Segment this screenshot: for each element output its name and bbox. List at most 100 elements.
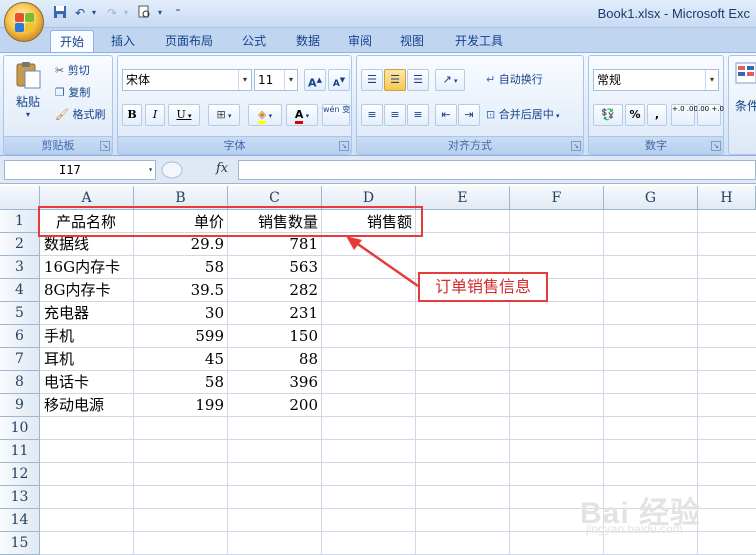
tab-formulas[interactable]: 公式 — [232, 30, 276, 52]
cell-b7[interactable]: 45 — [134, 348, 224, 371]
align-top-button[interactable]: ☰ — [361, 69, 383, 91]
tab-data[interactable]: 数据 — [286, 30, 330, 52]
column-header-e[interactable]: E — [416, 186, 510, 210]
cell-c7[interactable]: 88 — [228, 348, 318, 371]
font-launcher-icon[interactable]: ↘ — [339, 141, 349, 151]
tab-page-layout[interactable]: 页面布局 — [158, 30, 220, 52]
cell-c5[interactable]: 231 — [228, 302, 318, 325]
format-painter-button[interactable]: 🖌 格式刷 — [54, 104, 112, 126]
cell-b5[interactable]: 30 — [134, 302, 224, 325]
cell-a5[interactable]: 充电器 — [44, 302, 89, 325]
decrease-indent-button[interactable]: ⇤ — [435, 104, 457, 126]
tab-developer[interactable]: 开发工具 — [446, 30, 512, 52]
cell-c3[interactable]: 563 — [228, 256, 318, 279]
paste-button[interactable]: 粘贴 ▾ — [10, 60, 46, 120]
column-header-f[interactable]: F — [510, 186, 604, 210]
row-header-10[interactable]: 10 — [0, 417, 40, 440]
office-button[interactable] — [4, 2, 44, 42]
row-header-11[interactable]: 11 — [0, 440, 40, 463]
cell-a7[interactable]: 耳机 — [44, 348, 74, 371]
column-header-g[interactable]: G — [604, 186, 698, 210]
cell-a3[interactable]: 16G内存卡 — [44, 256, 120, 279]
clipboard-launcher-icon[interactable]: ↘ — [100, 141, 110, 151]
print-dropdown-icon[interactable]: ▾ — [152, 5, 168, 21]
grow-font-button[interactable]: A▲ — [304, 69, 326, 91]
decrease-decimal-button[interactable]: .00 +.0 — [697, 104, 724, 126]
row-header-9[interactable]: 9 — [0, 394, 40, 417]
cell-a4[interactable]: 8G内存卡 — [44, 279, 111, 302]
font-color-button[interactable]: A ▾ — [286, 104, 318, 126]
phonetic-button[interactable]: wén 变 — [322, 104, 350, 126]
accounting-format-button[interactable]: 💱 — [593, 104, 623, 126]
cut-button[interactable]: ✂ 剪切 — [54, 60, 112, 82]
redo-dropdown-icon[interactable]: ▾ — [118, 5, 134, 21]
increase-decimal-button[interactable]: +.0 .00 — [671, 104, 698, 126]
align-right-button[interactable]: ≡ — [407, 104, 429, 126]
cell-c6[interactable]: 150 — [228, 325, 318, 348]
row-header-7[interactable]: 7 — [0, 348, 40, 371]
column-header-h[interactable]: H — [698, 186, 756, 210]
increase-indent-button[interactable]: ⇥ — [458, 104, 480, 126]
cell-b8[interactable]: 58 — [134, 371, 224, 394]
tab-view[interactable]: 视图 — [390, 30, 434, 52]
font-size-select[interactable]: 11 ▾ — [254, 69, 298, 91]
row-header-1[interactable]: 1 — [0, 210, 40, 233]
row-header-14[interactable]: 14 — [0, 509, 40, 532]
bold-button[interactable]: B — [122, 104, 142, 126]
wrap-text-button[interactable]: ↵ 自动换行 — [485, 69, 581, 91]
cell-c9[interactable]: 200 — [228, 394, 318, 417]
cell-a6[interactable]: 手机 — [44, 325, 74, 348]
number-format-select[interactable]: 常规 ▾ — [593, 69, 719, 91]
cell-c8[interactable]: 396 — [228, 371, 318, 394]
orientation-button[interactable]: ↗ ▾ — [435, 69, 465, 91]
formula-bar-handle-icon[interactable] — [160, 159, 184, 181]
align-left-button[interactable]: ≡ — [361, 104, 383, 126]
select-all-corner[interactable] — [0, 186, 40, 210]
row-header-4[interactable]: 4 — [0, 279, 40, 302]
row-header-15[interactable]: 15 — [0, 532, 40, 555]
tab-insert[interactable]: 插入 — [100, 30, 146, 52]
cell-a8[interactable]: 电话卡 — [44, 371, 89, 394]
cell-b6[interactable]: 599 — [134, 325, 224, 348]
undo-dropdown-icon[interactable]: ▾ — [86, 5, 102, 21]
row-header-5[interactable]: 5 — [0, 302, 40, 325]
comma-button[interactable]: , — [647, 104, 667, 126]
row-header-6[interactable]: 6 — [0, 325, 40, 348]
copy-button[interactable]: ❐ 复制 — [54, 82, 112, 104]
cell-b9[interactable]: 199 — [134, 394, 224, 417]
save-icon[interactable] — [52, 5, 68, 21]
formula-input[interactable] — [238, 160, 756, 180]
tab-home[interactable]: 开始 — [50, 30, 94, 52]
increase-indent-icon: ⇥ — [464, 108, 474, 121]
row-header-13[interactable]: 13 — [0, 486, 40, 509]
cell-a9[interactable]: 移动电源 — [44, 394, 104, 417]
merge-center-button[interactable]: ⊡ 合并后居中 ▾ — [485, 104, 581, 126]
shrink-font-button[interactable]: A▼ — [328, 69, 350, 91]
percent-button[interactable]: % — [625, 104, 645, 126]
conditional-formatting-button[interactable]: 条件 — [735, 62, 756, 114]
cell-b4[interactable]: 39.5 — [134, 279, 224, 302]
row-header-8[interactable]: 8 — [0, 371, 40, 394]
name-box[interactable]: I17 ▾ — [4, 160, 156, 180]
borders-button[interactable]: ⊞ ▾ — [208, 104, 240, 126]
italic-button[interactable]: I — [145, 104, 165, 126]
cell-b3[interactable]: 58 — [134, 256, 224, 279]
align-middle-button[interactable]: ☰ — [384, 69, 406, 91]
row-header-12[interactable]: 12 — [0, 463, 40, 486]
align-center-button[interactable]: ≡ — [384, 104, 406, 126]
underline-button[interactable]: U ▾ — [168, 104, 200, 126]
number-launcher-icon[interactable]: ↘ — [711, 141, 721, 151]
alignment-launcher-icon[interactable]: ↘ — [571, 141, 581, 151]
align-bottom-button[interactable]: ☰ — [407, 69, 429, 91]
merge-center-label: 合并后居中 — [498, 108, 554, 121]
cell-c4[interactable]: 282 — [228, 279, 318, 302]
row-header-3[interactable]: 3 — [0, 256, 40, 279]
insert-function-icon[interactable]: fx — [216, 161, 228, 176]
font-family-select[interactable]: 宋体 ▾ — [122, 69, 252, 91]
fill-color-button[interactable]: ◈ ▾ — [248, 104, 282, 126]
row-header-2[interactable]: 2 — [0, 233, 40, 256]
customize-qat-icon[interactable]: ⁼ — [170, 5, 186, 21]
print-preview-icon[interactable] — [136, 5, 152, 21]
format-painter-label: 格式刷 — [72, 108, 106, 121]
tab-review[interactable]: 审阅 — [338, 30, 382, 52]
